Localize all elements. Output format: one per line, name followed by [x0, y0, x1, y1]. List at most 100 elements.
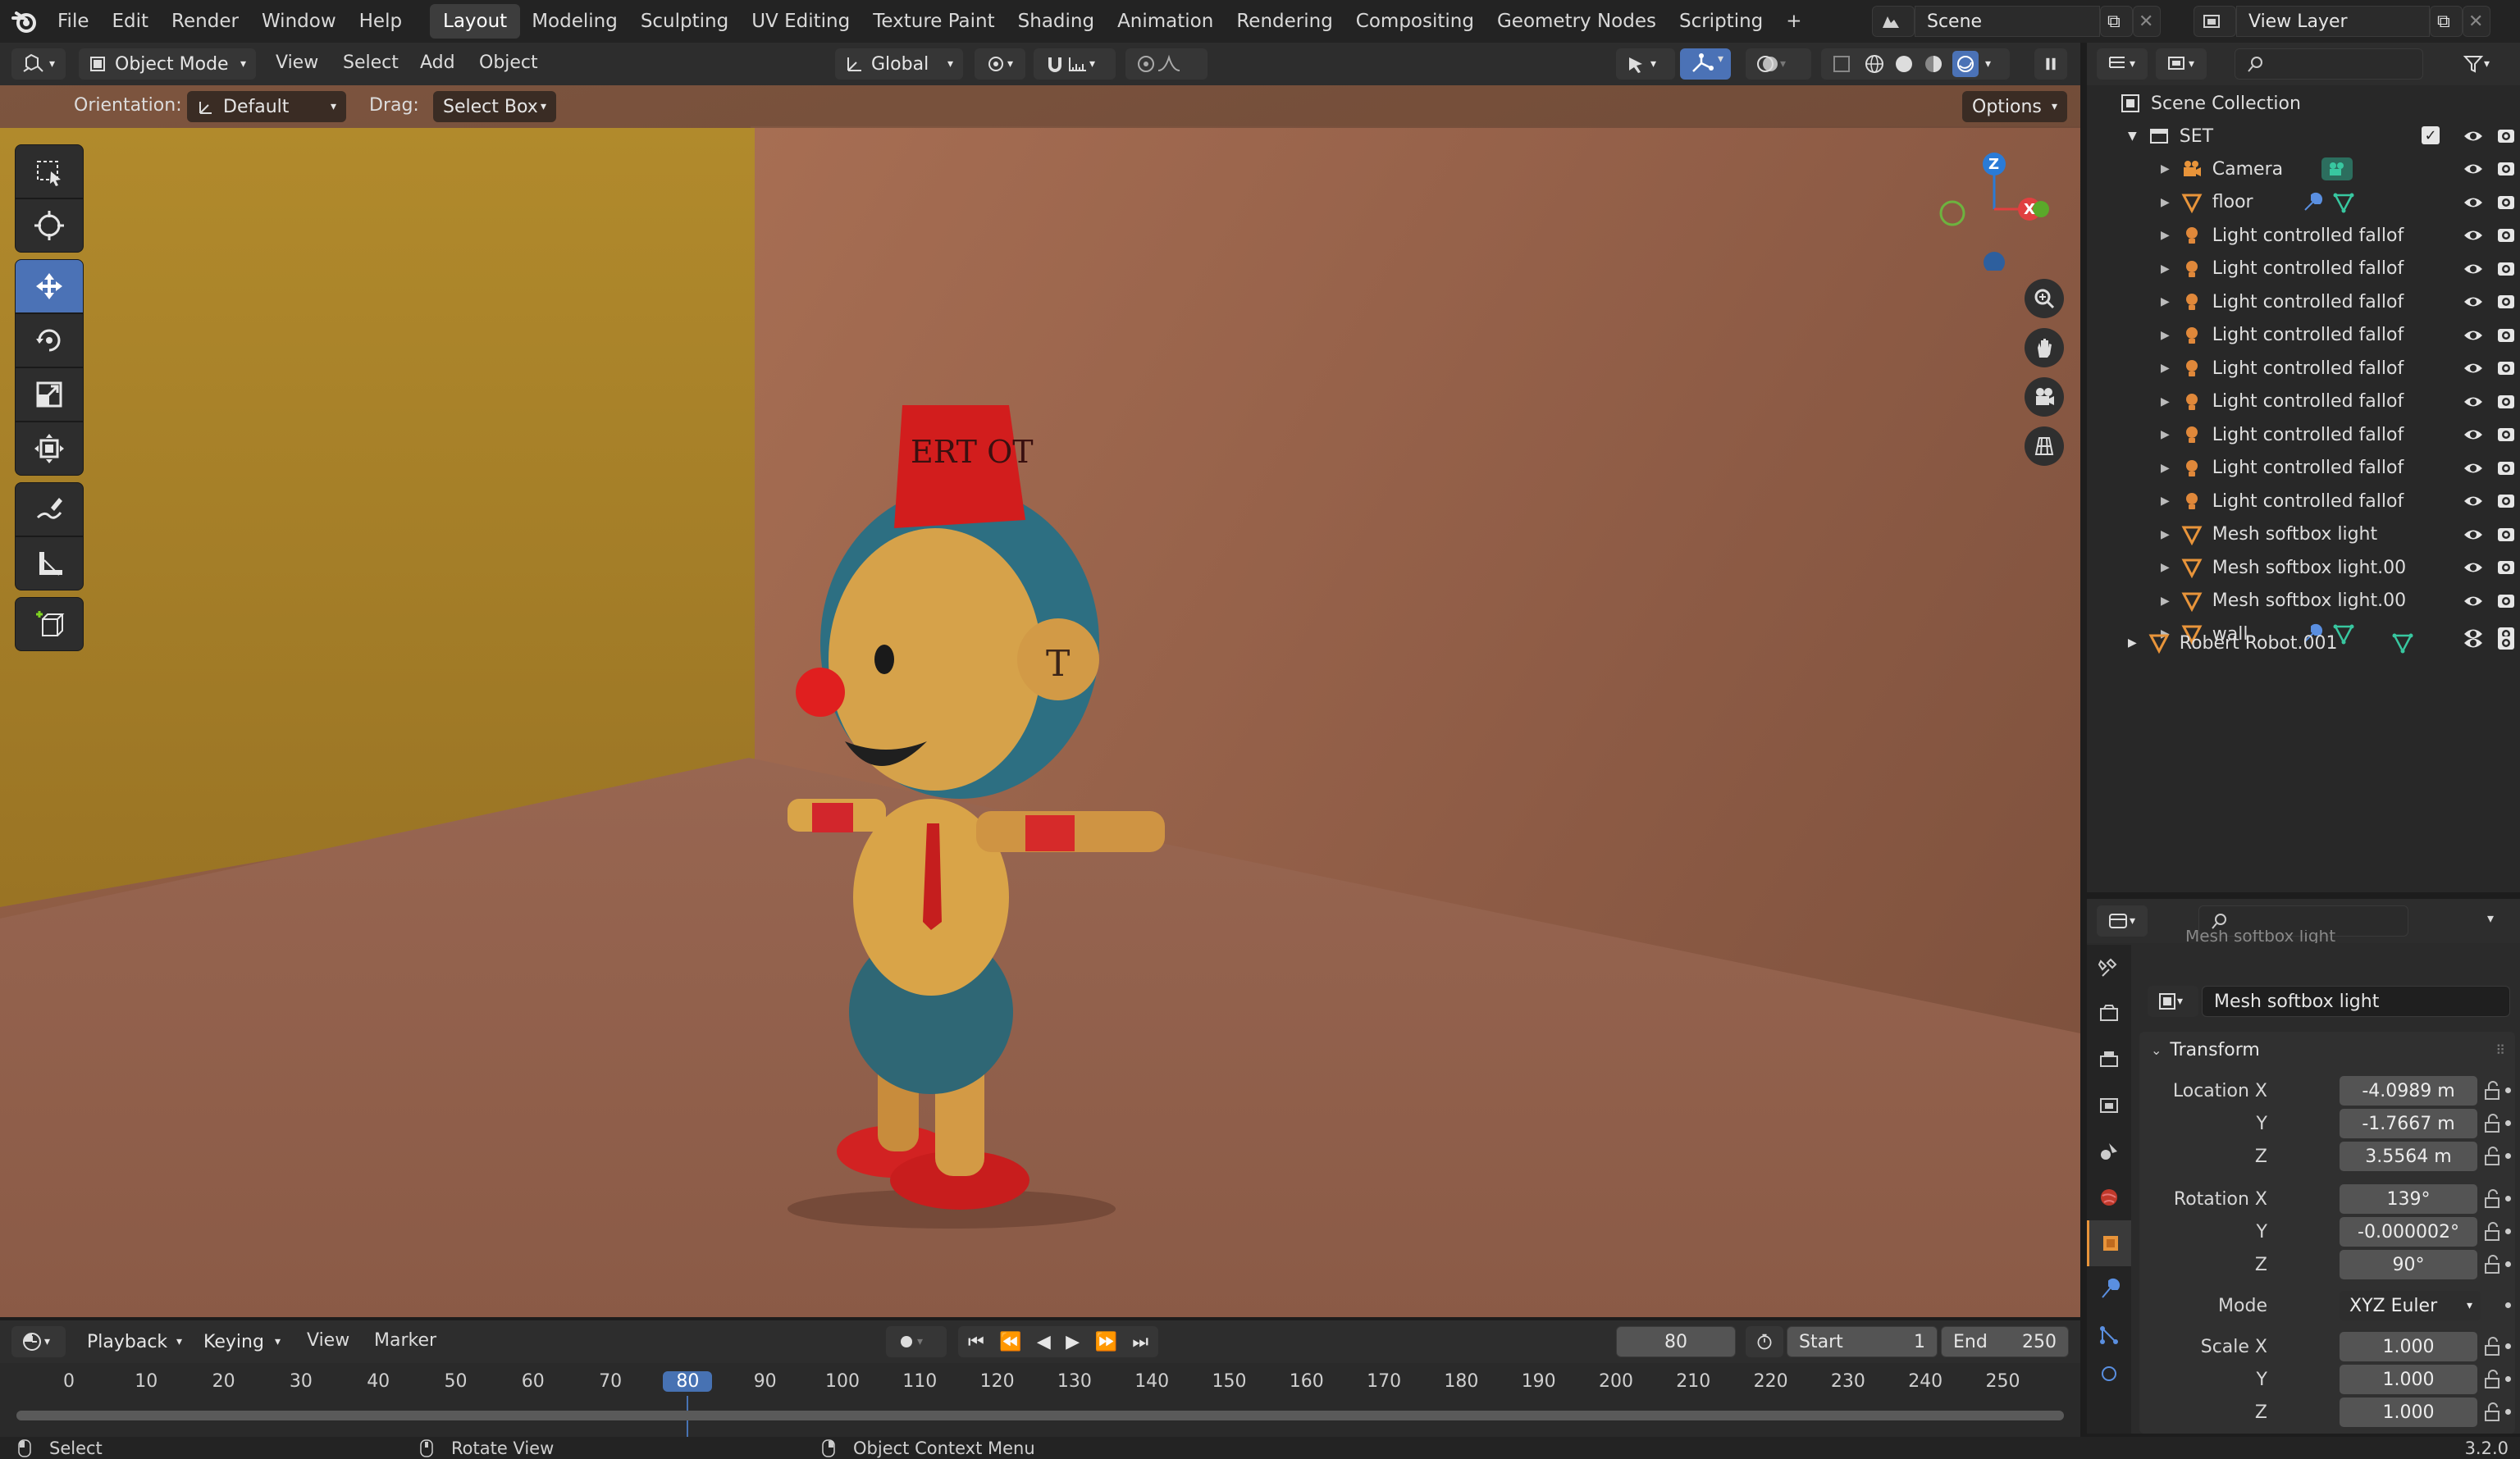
render-camera-icon[interactable] [2495, 524, 2517, 545]
render-camera-icon[interactable] [2495, 258, 2517, 280]
exclude-checkbox[interactable]: ✓ [2422, 126, 2440, 144]
expand-chevron-icon[interactable]: ▶ [2161, 528, 2170, 541]
cursor-tool[interactable] [15, 198, 84, 253]
select-box-tool[interactable] [15, 144, 84, 198]
timeline-marker-menu[interactable]: Marker [374, 1330, 436, 1351]
view-layer-browse-button[interactable] [2194, 6, 2236, 37]
annotate-tool[interactable] [15, 482, 84, 536]
visibility-eye-icon[interactable] [2463, 325, 2484, 346]
rotate-tool[interactable] [15, 313, 84, 367]
menu-edit[interactable]: Edit [101, 11, 161, 32]
render-camera-icon[interactable] [2495, 391, 2517, 413]
outliner-item[interactable]: ▶ floor [2087, 186, 2520, 219]
menu-render[interactable]: Render [160, 11, 250, 32]
orientation-dropdown[interactable]: Default ▾ [187, 91, 346, 122]
tab-uv-editing[interactable]: UV Editing [740, 11, 861, 32]
keyframe-dot-icon[interactable] [2505, 1196, 2511, 1201]
jump-keyframe-back-icon[interactable]: ⏪ [999, 1332, 1021, 1352]
keyframe-dot-icon[interactable] [2505, 1343, 2511, 1349]
visibility-eye-icon[interactable] [2463, 458, 2484, 479]
render-camera-icon[interactable] [2495, 158, 2517, 180]
timeline-ruler[interactable]: 0 10 20 30 40 50 60 70 80 90 100 110 120 130 140 150 160… [0, 1363, 2080, 1437]
delete-scene-icon[interactable]: ✕ [2133, 6, 2161, 37]
play-reverse-icon[interactable]: ◀ [1037, 1332, 1051, 1352]
lock-icon[interactable] [2484, 1081, 2502, 1101]
visibility-eye-icon[interactable] [2463, 632, 2484, 654]
expand-chevron-icon[interactable]: ▶ [2161, 561, 2170, 574]
lock-icon[interactable] [2484, 1222, 2502, 1242]
expand-chevron-icon[interactable]: ▶ [2161, 295, 2170, 308]
scale-x-field[interactable]: 1.000 [2340, 1332, 2477, 1361]
menu-file[interactable]: File [46, 11, 101, 32]
visibility-eye-icon[interactable] [2463, 225, 2484, 246]
render-camera-icon[interactable] [2495, 358, 2517, 379]
expand-chevron-icon[interactable]: ▶ [2161, 595, 2170, 608]
keyframe-dot-icon[interactable] [2505, 1409, 2511, 1415]
outliner-item[interactable]: ▶ Camera [2087, 153, 2520, 185]
modifier-wrench-icon[interactable] [2302, 192, 2323, 213]
render-camera-icon[interactable] [2495, 490, 2517, 512]
blender-logo-icon[interactable] [11, 8, 38, 34]
properties-editor-type-button[interactable]: ▾ [2097, 905, 2148, 937]
render-camera-icon[interactable] [2495, 632, 2517, 654]
expand-chevron-icon[interactable]: ▶ [2161, 162, 2170, 176]
tab-world-icon[interactable] [2087, 1174, 2131, 1220]
selectability-visibility[interactable]: ▾ [1616, 48, 1675, 80]
tab-scripting[interactable]: Scripting [1668, 11, 1774, 32]
keyframe-dot-icon[interactable] [2505, 1229, 2511, 1234]
visibility-eye-icon[interactable] [2463, 590, 2484, 612]
outliner-item[interactable]: ▶ Mesh softbox light.00 [2087, 551, 2520, 584]
use-preview-range-toggle[interactable] [1746, 1326, 1783, 1357]
visibility-eye-icon[interactable] [2463, 158, 2484, 180]
render-camera-icon[interactable] [2495, 557, 2517, 578]
visibility-eye-icon[interactable] [2463, 524, 2484, 545]
transform-tool[interactable] [15, 422, 84, 476]
visibility-eye-icon[interactable] [2463, 258, 2484, 280]
keyframe-dot-icon[interactable] [2505, 1087, 2511, 1093]
3d-viewport[interactable]: T ERT OT Z X [0, 85, 2080, 1317]
tab-scene-icon[interactable] [2087, 1128, 2131, 1174]
transform-orientation-dropdown[interactable]: Global ▾ [835, 48, 963, 80]
proportional-editing[interactable] [1125, 48, 1208, 80]
tab-particles-icon[interactable] [2087, 1312, 2131, 1358]
play-icon[interactable]: ▶ [1066, 1332, 1080, 1352]
move-tool[interactable] [15, 259, 84, 313]
outliner-item[interactable]: ▶ Light controlled fallof [2087, 485, 2520, 517]
auto-keying-toggle[interactable]: ▾ [886, 1326, 947, 1357]
current-frame-indicator[interactable]: 80 [663, 1371, 713, 1392]
camera-data-icon[interactable] [2321, 157, 2353, 180]
add-workspace-button[interactable]: + [1774, 11, 1813, 32]
tab-modifiers-icon[interactable] [2087, 1266, 2131, 1312]
expand-chevron-icon[interactable]: ▶ [2161, 229, 2170, 242]
tab-compositing[interactable]: Compositing [1344, 11, 1486, 32]
visibility-eye-icon[interactable] [2463, 291, 2484, 312]
rotation-x-field[interactable]: 139° [2340, 1184, 2477, 1214]
current-frame-field[interactable]: 80 [1616, 1326, 1736, 1357]
tab-texture-paint[interactable]: Texture Paint [861, 11, 1006, 32]
keyframe-dot-icon[interactable] [2505, 1302, 2511, 1308]
view-layer-selector[interactable]: View Layer ⧉ ✕ [2194, 6, 2490, 37]
outliner-scene-collection[interactable]: Scene Collection [2087, 87, 2520, 120]
expand-chevron-icon[interactable]: ▶ [2161, 495, 2170, 508]
outliner-item[interactable]: ▶ Light controlled fallof [2087, 285, 2520, 318]
scale-y-field[interactable]: 1.000 [2340, 1365, 2477, 1394]
tab-physics-icon[interactable] [2087, 1358, 2131, 1383]
mesh-data-icon[interactable] [2333, 192, 2354, 213]
scene-browse-button[interactable] [1872, 6, 1915, 37]
viewport-menu-object[interactable]: Object [479, 52, 538, 73]
menu-window[interactable]: Window [250, 11, 348, 32]
keying-menu[interactable]: Keying ▾ [194, 1326, 290, 1357]
camera-view-icon[interactable] [2025, 377, 2064, 417]
tab-sculpting[interactable]: Sculpting [629, 11, 740, 32]
frame-start-field[interactable]: Start 1 [1787, 1326, 1938, 1357]
rotation-z-field[interactable]: 90° [2340, 1250, 2477, 1279]
visibility-eye-icon[interactable] [2463, 557, 2484, 578]
keyframe-dot-icon[interactable] [2505, 1153, 2511, 1159]
outliner-item[interactable]: ▶ Mesh softbox light [2087, 518, 2520, 551]
viewport-menu-select[interactable]: Select [343, 52, 399, 73]
outliner-item[interactable]: ▶ Light controlled fallof [2087, 385, 2520, 418]
new-view-layer-icon[interactable]: ⧉ [2430, 6, 2463, 37]
show-overlays-toggle[interactable]: ▾ [1746, 48, 1811, 80]
lock-icon[interactable] [2484, 1370, 2502, 1389]
viewport-menu-add[interactable]: Add [420, 52, 455, 73]
